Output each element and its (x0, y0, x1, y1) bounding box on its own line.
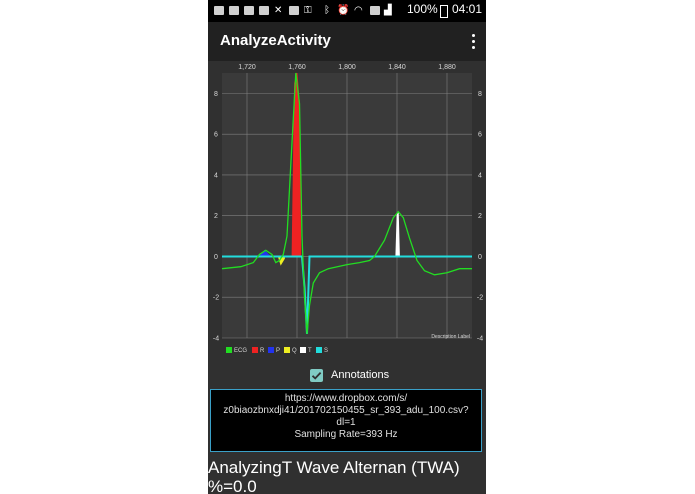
x-tick-label: 1,800 (338, 64, 356, 71)
legend-swatch-t (300, 347, 306, 353)
wifi-icon: ◠ (354, 5, 363, 16)
sampling-rate: Sampling Rate=393 Hz (294, 429, 398, 440)
info-url-line1: https://www.dropbox.com/s/ (284, 393, 408, 404)
y-tick-label-right: 6 (478, 132, 482, 139)
legend-label-t: T (308, 348, 312, 354)
chart-legend: ECG R P Q T S (226, 347, 328, 354)
battery-icon (440, 5, 448, 18)
legend-swatch-ecg (226, 347, 232, 353)
description-label: Description Label (431, 334, 470, 340)
y-tick-label-right: -4 (477, 336, 483, 343)
y-tick-label-right: 0 (478, 254, 482, 261)
legend-swatch-r (252, 347, 258, 353)
info-url-line2: z0biaozbnxdji41/201702150455_sr_393_adu_… (223, 405, 469, 416)
y-axis-left-ticks: 8 6 4 2 0 -2 -4 (213, 91, 219, 343)
alarm-icon: ⏰ (337, 5, 350, 16)
analysis-title: AnalyzingT Wave Alternan (TWA) (208, 458, 460, 477)
y-tick-label-left: 2 (214, 213, 218, 220)
y-tick-label-right: 8 (478, 91, 482, 98)
legend-label-r: R (260, 348, 265, 354)
legend-swatch-q (284, 347, 290, 353)
battery-percent: 100% (407, 2, 438, 16)
y-tick-label-left: 6 (214, 132, 218, 139)
info-url-line3: dl=1 (336, 417, 356, 428)
y-tick-label-left: -2 (213, 295, 219, 302)
facebook-icon (259, 6, 269, 15)
y-tick-label-left: -4 (213, 336, 219, 343)
app-bar: AnalyzeActivity (208, 22, 486, 61)
legend-label-q: Q (292, 348, 297, 354)
status-bar: ✕ ⚿ ᛒ ⏰ ◠ ▟ 100% 04:01 (208, 0, 486, 22)
notification-icon (214, 6, 224, 15)
x-tick-label: 1,840 (388, 64, 406, 71)
legend-label-s: S (324, 348, 328, 354)
notification-icon (229, 6, 239, 15)
overflow-menu-icon[interactable] (470, 34, 476, 50)
legend-label-p: P (276, 348, 280, 354)
data-icon (370, 6, 380, 15)
legend-swatch-s (316, 347, 322, 353)
clock: 04:01 (452, 2, 483, 16)
x-tick-label: 1,720 (238, 64, 256, 71)
y-tick-label-left: 4 (214, 172, 218, 179)
transfer-icon: ✕ (274, 5, 283, 16)
y-axis-right-ticks: 8 6 4 2 0 -2 -4 (477, 91, 483, 343)
x-tick-label: 1,880 (438, 64, 456, 71)
x-tick-label: 1,760 (288, 64, 306, 71)
check-icon (311, 371, 322, 380)
analysis-value: %=0.0 (208, 477, 257, 494)
facebook-icon (289, 6, 299, 15)
x-axis-ticks: 1,720 1,760 1,800 1,840 1,880 (238, 64, 456, 71)
app-title: AnalyzeActivity (220, 32, 331, 49)
key-icon: ⚿ (304, 5, 312, 16)
legend-label-ecg: ECG (234, 348, 247, 354)
data-source-info: https://www.dropbox.com/s/ z0biaozbnxdji… (210, 389, 482, 452)
y-tick-label-left: 8 (214, 91, 218, 98)
phone-screen: ✕ ⚿ ᛒ ⏰ ◠ ▟ 100% 04:01 AnalyzeActivity 1… (208, 0, 486, 494)
y-tick-label-right: 2 (478, 213, 482, 220)
notification-icon (244, 6, 254, 15)
annotations-label: Annotations (331, 369, 390, 381)
y-tick-label-right: 4 (478, 172, 482, 179)
annotations-checkbox[interactable] (310, 369, 323, 382)
legend-swatch-p (268, 347, 274, 353)
ecg-chart[interactable]: 1,720 1,760 1,800 1,840 1,880 8 6 4 2 0 -2 -4 8 6 4 2… (208, 61, 486, 366)
y-tick-label-right: -2 (477, 295, 483, 302)
bluetooth-icon: ᛒ (324, 5, 330, 16)
y-tick-label-left: 0 (214, 254, 218, 261)
signal-icon: ▟ (384, 5, 392, 16)
